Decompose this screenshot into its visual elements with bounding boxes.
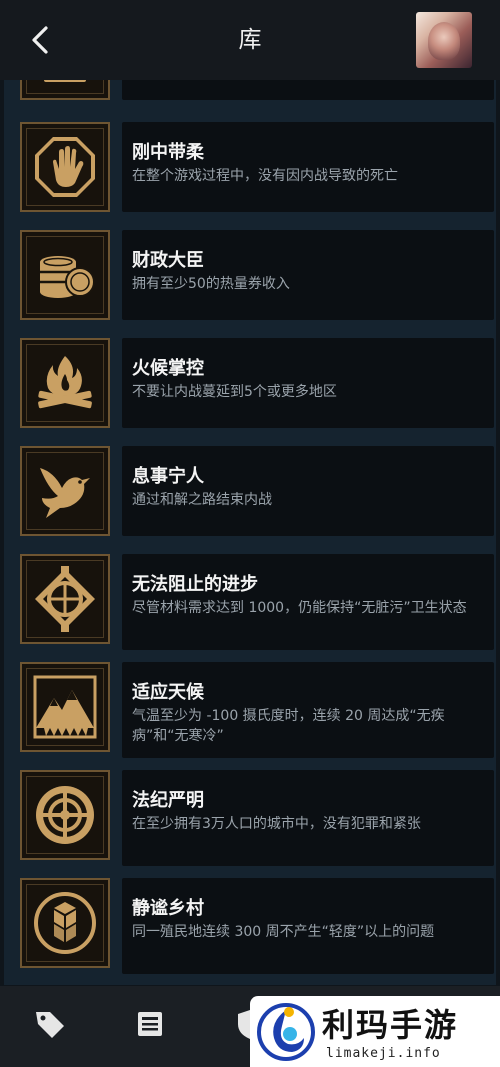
watermark-text: 利玛手游	[322, 1006, 459, 1044]
achievement-badge	[20, 554, 110, 644]
nav-tag-button[interactable]	[30, 1004, 70, 1044]
achievement-desc: 气温至少为 -100 摄氏度时，连续 20 周达成“无疾病”和“无寒冷”	[132, 708, 445, 744]
achievement-name: 静谧乡村	[132, 898, 204, 919]
watermark: 利玛手游 limakeji.info	[250, 996, 500, 1067]
achievement-desc: 同一殖民地连续 300 周不产生“轻度”以上的问题	[132, 924, 435, 940]
achievement-badge	[20, 446, 110, 536]
achievement-badge	[20, 122, 110, 212]
gear-emblem-icon	[35, 566, 95, 632]
chevron-left-icon	[32, 26, 48, 54]
achievement-badge	[20, 338, 110, 428]
achievement-row[interactable]: 刚中带柔 在整个游戏过程中，没有因内战导致的死亡	[20, 122, 494, 212]
achievement-row[interactable]: 静谧乡村 同一殖民地连续 300 周不产生“轻度”以上的问题	[20, 878, 494, 974]
achievement-name: 适应天候	[132, 682, 204, 703]
watermark-url: limakeji.info	[326, 1046, 441, 1061]
achievement-desc: 通过和解之路结束内战	[132, 492, 272, 508]
coin-stack-icon	[40, 256, 95, 298]
achievement-row-partial[interactable]	[20, 80, 494, 100]
achievement-desc: 在整个游戏过程中，没有因内战导致的死亡	[132, 168, 398, 184]
back-button[interactable]	[24, 20, 60, 60]
dove-icon	[40, 468, 90, 518]
achievement-name: 财政大臣	[132, 250, 204, 271]
achievement-name: 刚中带柔	[132, 142, 204, 163]
watermark-logo-icon	[257, 1003, 315, 1061]
achievement-card: 火候掌控 不要让内战蔓延到5个或更多地区	[122, 338, 494, 428]
law-emblem-icon	[36, 786, 94, 844]
achievement-card: 刚中带柔 在整个游戏过程中，没有因内战导致的死亡	[122, 122, 494, 212]
achievement-row[interactable]: 火候掌控 不要让内战蔓延到5个或更多地区	[20, 338, 494, 428]
achievement-row[interactable]: 无法阻止的进步 尽管材料需求达到 1000，仍能保持“无脏污”卫生状态	[20, 554, 494, 650]
cube-emblem-icon	[34, 892, 96, 954]
achievement-badge	[20, 662, 110, 752]
achievement-desc: 在至少拥有3万人口的城市中，没有犯罪和紧张	[132, 816, 421, 832]
achievement-list[interactable]: 刚中带柔 在整个游戏过程中，没有因内战导致的死亡 财政大臣 拥有至少50的热量券…	[4, 80, 496, 985]
achievement-row[interactable]: 法纪严明 在至少拥有3万人口的城市中，没有犯罪和紧张	[20, 770, 494, 866]
achievement-card: 适应天候 气温至少为 -100 摄氏度时，连续 20 周达成“无疾病”和“无寒冷…	[122, 662, 494, 758]
achievement-name: 火候掌控	[132, 358, 204, 379]
list-icon	[138, 1012, 162, 1036]
achievement-name: 无法阻止的进步	[132, 574, 258, 595]
campfire-icon	[38, 356, 92, 409]
achievement-row[interactable]: 息事宁人 通过和解之路结束内战	[20, 446, 494, 536]
achievement-badge	[20, 878, 110, 968]
avatar[interactable]	[416, 12, 472, 68]
achievement-badge	[20, 770, 110, 860]
achievement-desc: 拥有至少50的热量券收入	[132, 276, 290, 292]
achievement-card: 财政大臣 拥有至少50的热量券收入	[122, 230, 494, 320]
achievement-badge	[20, 230, 110, 320]
achievement-name: 息事宁人	[132, 466, 204, 487]
achievement-badge	[20, 80, 110, 100]
achievement-card	[122, 80, 494, 100]
nav-list-button[interactable]	[130, 1004, 170, 1044]
achievement-name: 法纪严明	[132, 790, 204, 811]
achievement-row[interactable]: 适应天候 气温至少为 -100 摄氏度时，连续 20 周达成“无疾病”和“无寒冷…	[20, 662, 494, 758]
achievement-card: 法纪严明 在至少拥有3万人口的城市中，没有犯罪和紧张	[122, 770, 494, 866]
achievement-card: 静谧乡村 同一殖民地连续 300 周不产生“轻度”以上的问题	[122, 878, 494, 974]
top-bar: 库	[0, 0, 500, 80]
partial-badge-icon	[44, 80, 86, 82]
tag-icon	[36, 1012, 64, 1038]
achievement-card: 息事宁人 通过和解之路结束内战	[122, 446, 494, 536]
achievement-row[interactable]: 财政大臣 拥有至少50的热量券收入	[20, 230, 494, 320]
achievement-desc: 尽管材料需求达到 1000，仍能保持“无脏污”卫生状态	[132, 600, 467, 616]
stop-hand-icon	[35, 137, 95, 197]
achievement-card: 无法阻止的进步 尽管材料需求达到 1000，仍能保持“无脏污”卫生状态	[122, 554, 494, 650]
achievement-desc: 不要让内战蔓延到5个或更多地区	[132, 384, 337, 400]
frost-mountain-icon	[33, 675, 97, 739]
